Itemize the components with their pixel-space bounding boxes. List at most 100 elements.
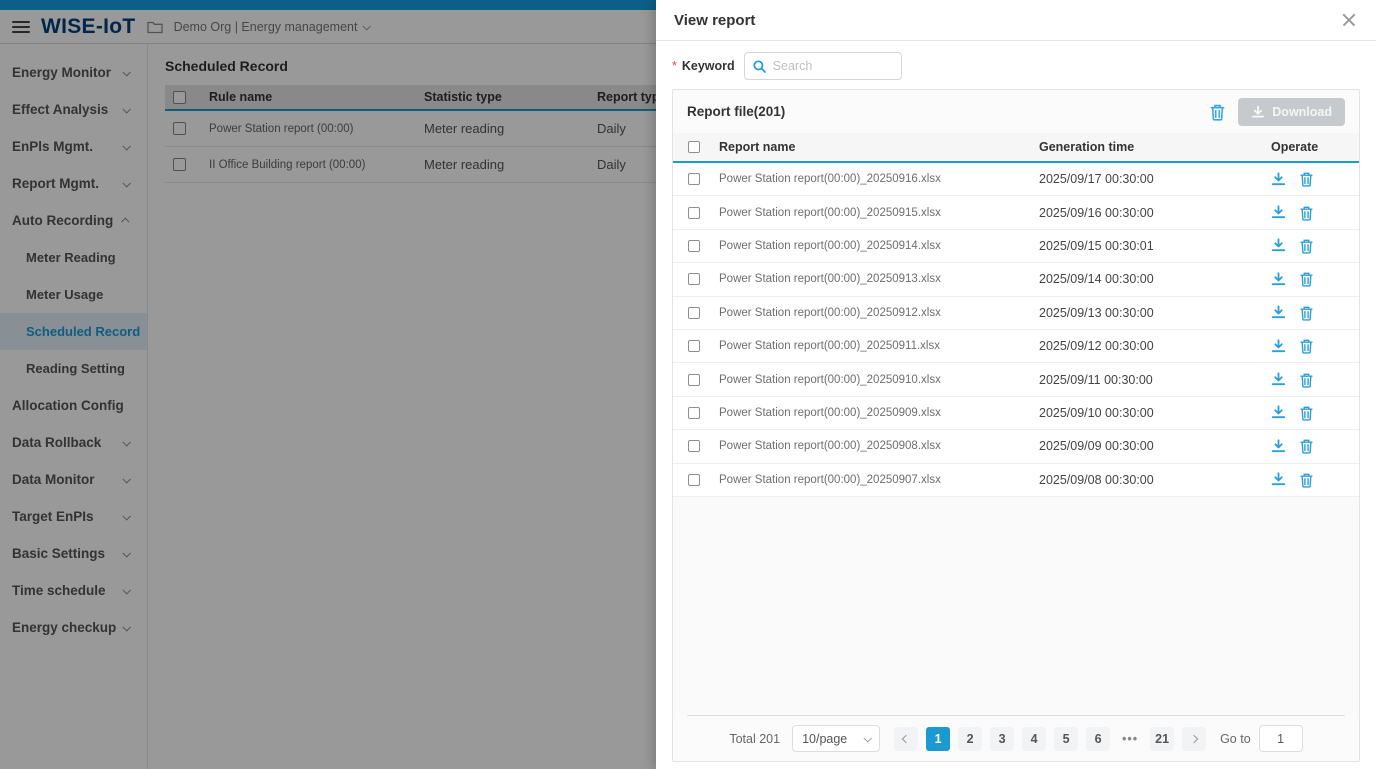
page-button-5[interactable]: 5 (1054, 727, 1078, 751)
keyword-label: Keyword (682, 59, 735, 73)
report-name-cell: Power Station report(00:00)_20250914.xls… (719, 240, 1039, 252)
delete-icon[interactable] (1299, 238, 1314, 254)
report-name-cell: Power Station report(00:00)_20250909.xls… (719, 407, 1039, 419)
next-page-button[interactable] (1182, 727, 1206, 751)
report-name-cell: Power Station report(00:00)_20250907.xls… (719, 474, 1039, 486)
report-file-panel-header: Report file(201) Download (673, 90, 1359, 133)
total-count-label: Total 201 (729, 732, 780, 746)
report-row: Power Station report(00:00)_20250915.xls… (673, 196, 1359, 229)
row-checkbox[interactable] (688, 440, 700, 452)
download-icon[interactable] (1271, 405, 1286, 420)
report-file-count-title: Report file(201) (687, 104, 785, 119)
row-checkbox[interactable] (688, 307, 700, 319)
report-name-cell: Power Station report(00:00)_20250908.xls… (719, 440, 1039, 452)
download-button[interactable]: Download (1238, 98, 1345, 126)
search-input[interactable] (773, 59, 893, 73)
app-window: WISE-IoT Demo Org | Energy management En… (0, 0, 1376, 769)
delete-icon[interactable] (1299, 205, 1314, 221)
download-icon[interactable] (1271, 305, 1286, 320)
generation-time-cell: 2025/09/17 00:30:00 (1039, 172, 1271, 186)
chevron-left-icon (902, 734, 910, 742)
report-file-panel: Report file(201) Download Report name Ge… (672, 89, 1360, 762)
report-row: Power Station report(00:00)_20250912.xls… (673, 297, 1359, 330)
report-row: Power Station report(00:00)_20250911.xls… (673, 330, 1359, 363)
report-name-cell: Power Station report(00:00)_20250912.xls… (719, 307, 1039, 319)
page-size-select[interactable]: 10/page (792, 725, 880, 752)
report-table-body: Power Station report(00:00)_20250916.xls… (673, 163, 1359, 715)
close-icon[interactable] (1340, 11, 1358, 29)
report-row: Power Station report(00:00)_20250908.xls… (673, 430, 1359, 463)
report-row: Power Station report(00:00)_20250913.xls… (673, 263, 1359, 296)
row-checkbox[interactable] (688, 340, 700, 352)
row-checkbox[interactable] (688, 273, 700, 285)
generation-time-cell: 2025/09/09 00:30:00 (1039, 439, 1271, 453)
download-icon[interactable] (1271, 439, 1286, 454)
report-row: Power Station report(00:00)_20250916.xls… (673, 163, 1359, 196)
row-checkbox[interactable] (688, 407, 700, 419)
drawer-overlay[interactable] (0, 0, 656, 769)
page-size-value: 10/page (802, 732, 847, 746)
view-report-drawer: View report * Keyword Report file(201) (656, 0, 1376, 769)
delete-icon[interactable] (1299, 472, 1314, 488)
column-header-report-name: Report name (719, 140, 1039, 154)
download-icon[interactable] (1271, 238, 1286, 253)
generation-time-cell: 2025/09/08 00:30:00 (1039, 473, 1271, 487)
row-checkbox[interactable] (688, 207, 700, 219)
delete-selected-icon[interactable] (1209, 103, 1226, 121)
keyword-filter-row: * Keyword (656, 41, 1376, 89)
more-pages-ellipsis[interactable]: ••• (1118, 727, 1142, 751)
download-icon[interactable] (1271, 172, 1286, 187)
report-name-cell: Power Station report(00:00)_20250915.xls… (719, 207, 1039, 219)
page-button-1[interactable]: 1 (926, 727, 950, 751)
page-button-2[interactable]: 2 (958, 727, 982, 751)
search-box (744, 52, 902, 80)
report-row: Power Station report(00:00)_20250907.xls… (673, 464, 1359, 497)
chevron-down-icon (864, 734, 872, 742)
page-button-21[interactable]: 21 (1150, 727, 1174, 751)
report-name-cell: Power Station report(00:00)_20250916.xls… (719, 173, 1039, 185)
row-checkbox[interactable] (688, 173, 700, 185)
generation-time-cell: 2025/09/16 00:30:00 (1039, 206, 1271, 220)
delete-icon[interactable] (1299, 405, 1314, 421)
generation-time-cell: 2025/09/10 00:30:00 (1039, 406, 1271, 420)
row-checkbox[interactable] (688, 240, 700, 252)
report-table-header: Report name Generation time Operate (673, 133, 1359, 163)
drawer-title: View report (674, 12, 755, 29)
delete-icon[interactable] (1299, 372, 1314, 388)
select-all-checkbox[interactable] (688, 141, 700, 153)
page-button-6[interactable]: 6 (1086, 727, 1110, 751)
report-name-cell: Power Station report(00:00)_20250913.xls… (719, 273, 1039, 285)
column-header-generation-time: Generation time (1039, 140, 1271, 154)
generation-time-cell: 2025/09/11 00:30:00 (1039, 373, 1271, 387)
delete-icon[interactable] (1299, 171, 1314, 187)
drawer-header: View report (656, 0, 1376, 41)
goto-page-input[interactable] (1259, 725, 1303, 752)
prev-page-button[interactable] (894, 727, 918, 751)
report-row: Power Station report(00:00)_20250910.xls… (673, 363, 1359, 396)
download-icon[interactable] (1271, 372, 1286, 387)
report-row: Power Station report(00:00)_20250914.xls… (673, 230, 1359, 263)
delete-icon[interactable] (1299, 438, 1314, 454)
delete-icon[interactable] (1299, 305, 1314, 321)
page-button-4[interactable]: 4 (1022, 727, 1046, 751)
download-icon[interactable] (1271, 205, 1286, 220)
pagination: Total 201 10/page 1 2 3 4 5 6 ••• 21 Go … (673, 716, 1359, 761)
generation-time-cell: 2025/09/15 00:30:01 (1039, 239, 1271, 253)
delete-icon[interactable] (1299, 271, 1314, 287)
chevron-right-icon (1190, 734, 1198, 742)
report-name-cell: Power Station report(00:00)_20250911.xls… (719, 340, 1039, 352)
download-icon[interactable] (1271, 472, 1286, 487)
report-row: Power Station report(00:00)_20250909.xls… (673, 397, 1359, 430)
row-checkbox[interactable] (688, 474, 700, 486)
download-icon[interactable] (1271, 339, 1286, 354)
delete-icon[interactable] (1299, 338, 1314, 354)
required-mark: * (672, 59, 677, 73)
search-icon (753, 60, 766, 73)
generation-time-cell: 2025/09/12 00:30:00 (1039, 339, 1271, 353)
generation-time-cell: 2025/09/14 00:30:00 (1039, 272, 1271, 286)
row-checkbox[interactable] (688, 374, 700, 386)
report-name-cell: Power Station report(00:00)_20250910.xls… (719, 374, 1039, 386)
page-button-3[interactable]: 3 (990, 727, 1014, 751)
download-icon[interactable] (1271, 272, 1286, 287)
column-header-operate: Operate (1271, 140, 1359, 154)
